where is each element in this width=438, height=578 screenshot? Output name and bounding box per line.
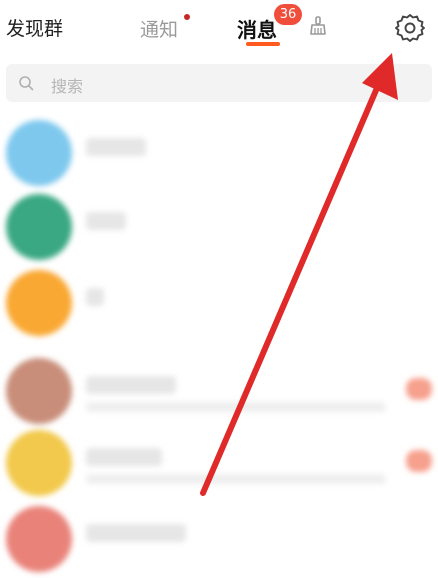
notification-dot bbox=[184, 14, 190, 20]
search-placeholder: 搜索 bbox=[51, 77, 84, 96]
conversation-item[interactable] bbox=[0, 350, 438, 430]
gear-icon[interactable] bbox=[394, 12, 426, 44]
avatar bbox=[6, 430, 72, 496]
tab-notifications[interactable]: 通知 bbox=[140, 15, 178, 42]
conversation-item[interactable] bbox=[0, 422, 438, 502]
conversation-name-blurred bbox=[86, 448, 162, 466]
top-bar: 发现群 通知 消息 36 bbox=[0, 0, 438, 56]
unread-badge bbox=[406, 378, 432, 400]
search-icon bbox=[19, 76, 34, 91]
conversation-name-blurred bbox=[86, 138, 146, 156]
conversation-preview-blurred bbox=[86, 402, 386, 412]
unread-badge bbox=[406, 450, 432, 472]
conversation-list bbox=[0, 112, 438, 572]
discover-groups-link[interactable]: 发现群 bbox=[6, 14, 63, 41]
conversation-preview-blurred bbox=[86, 474, 386, 484]
active-tab-indicator bbox=[246, 42, 280, 46]
tab-messages[interactable]: 消息 bbox=[237, 14, 277, 43]
conversation-name-blurred bbox=[86, 524, 186, 542]
search-bar[interactable]: 搜索 bbox=[6, 64, 432, 102]
avatar bbox=[6, 506, 72, 572]
conversation-item[interactable] bbox=[0, 186, 438, 266]
avatar bbox=[6, 194, 72, 260]
conversation-item[interactable] bbox=[0, 498, 438, 578]
conversation-name-blurred bbox=[86, 376, 176, 394]
conversation-item[interactable] bbox=[0, 262, 438, 342]
broom-icon[interactable] bbox=[307, 14, 329, 36]
avatar bbox=[6, 120, 72, 186]
conversation-name-blurred bbox=[86, 212, 126, 230]
messages-unread-badge: 36 bbox=[274, 4, 302, 25]
avatar bbox=[6, 270, 72, 336]
conversation-item[interactable] bbox=[0, 112, 438, 192]
avatar bbox=[6, 358, 72, 424]
conversation-name-blurred bbox=[86, 288, 104, 306]
